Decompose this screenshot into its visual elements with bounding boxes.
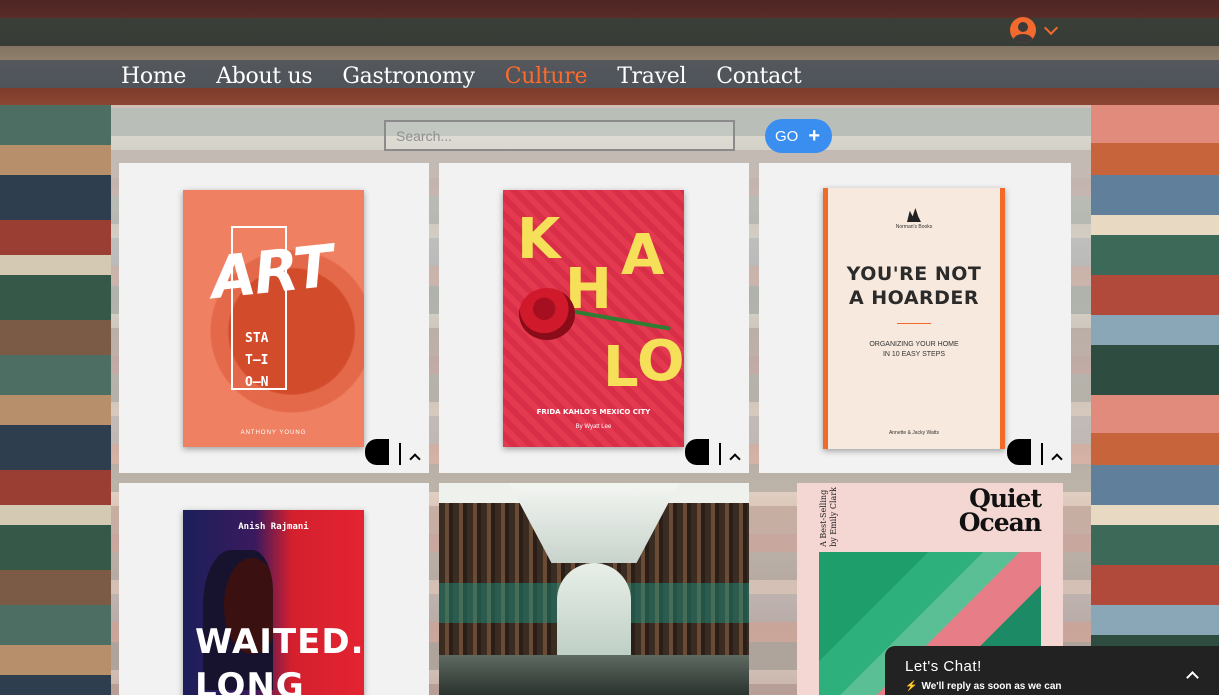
cover-subtitle: ORGANIZING YOUR HOME IN 10 EASY STEPS	[869, 341, 959, 358]
plus-icon: +	[808, 125, 821, 147]
nav-about-us[interactable]: About us	[216, 64, 313, 89]
cover-author: By Wyatt Lee	[575, 424, 612, 430]
chevron-up-icon[interactable]	[1186, 671, 1199, 684]
divider-icon	[399, 443, 401, 465]
cover-letter: L	[603, 335, 639, 400]
search-box	[384, 120, 735, 151]
cover-letter: A	[621, 223, 665, 288]
book-card-waited-long[interactable]: Anish Rajmani WAITED. LONG	[119, 483, 429, 695]
cover-title: WAITED.	[195, 622, 364, 662]
book-cover: ART STA T—I O—N ANTHONY YOUNG	[183, 190, 364, 447]
book-cover: K A H L O FRIDA KAHLO'S MEXICO CITY By W…	[503, 190, 684, 447]
nav-home[interactable]: Home	[121, 64, 186, 89]
expand-icon[interactable]	[1051, 453, 1063, 465]
cover-author: Annette & Jacky Watts	[888, 430, 940, 436]
expand-icon[interactable]	[409, 453, 421, 465]
background-right-books	[1091, 105, 1219, 695]
divider-icon	[1041, 443, 1043, 465]
card-controls	[1007, 439, 1063, 465]
background-left-books	[0, 105, 111, 695]
cover-title: ART	[207, 231, 335, 313]
cover-title: YOU'RE NOT A HOARDER	[846, 263, 982, 309]
go-button[interactable]: GO +	[765, 119, 832, 153]
shape-icon	[685, 439, 709, 465]
cover-letter: K	[517, 207, 561, 272]
cover-author: ANTHONY YOUNG	[240, 430, 307, 436]
cover-letter: O	[637, 329, 684, 394]
nav-culture[interactable]: Culture	[505, 64, 588, 89]
main-navigation: Home About us Gastronomy Culture Travel …	[121, 64, 802, 89]
cover-divider	[897, 323, 931, 324]
shape-icon	[1007, 439, 1031, 465]
cover-title: Quiet Ocean	[958, 484, 1042, 537]
cover-title-line2: LONG	[195, 666, 305, 695]
book-cover: Anish Rajmani WAITED. LONG	[183, 510, 364, 695]
chevron-down-icon	[1043, 20, 1059, 36]
lightning-icon: ⚡	[905, 681, 918, 692]
shape-icon	[365, 439, 389, 465]
expand-icon[interactable]	[729, 453, 741, 465]
book-card-hoarder[interactable]: Norman's Books YOU'RE NOT A HOARDER ORGA…	[759, 163, 1071, 473]
user-avatar-icon	[1010, 17, 1036, 43]
book-card-kahlo[interactable]: K A H L O FRIDA KAHLO'S MEXICO CITY By W…	[439, 163, 749, 473]
book-card-art-station[interactable]: ART STA T—I O—N ANTHONY YOUNG	[119, 163, 429, 473]
nav-gastronomy[interactable]: Gastronomy	[342, 64, 475, 89]
account-menu[interactable]	[1010, 16, 1066, 44]
library-floor	[439, 655, 749, 695]
divider-icon	[719, 443, 721, 465]
nav-contact[interactable]: Contact	[716, 64, 802, 89]
go-button-label: GO	[775, 127, 799, 145]
library-photo-card[interactable]	[439, 483, 749, 695]
cover-subtitle: FRIDA KAHLO'S MEXICO CITY	[536, 408, 651, 416]
chat-title: Let's Chat!	[905, 658, 982, 675]
cover-publisher: Norman's Books	[895, 224, 933, 230]
chat-subtitle: We'll reply as soon as we can	[921, 681, 1062, 692]
skylight	[509, 483, 679, 563]
rose-image	[519, 288, 575, 340]
chat-widget[interactable]: Let's Chat! ⚡ We'll reply as soon as we c…	[885, 646, 1219, 695]
search-input[interactable]	[386, 122, 733, 149]
nav-travel[interactable]: Travel	[617, 64, 686, 89]
card-controls	[365, 439, 421, 465]
card-controls	[685, 439, 741, 465]
cover-side-text: A Best-Selling by Emily Clark	[819, 487, 838, 547]
publisher-logo-icon	[907, 208, 921, 222]
chat-subtitle-row: ⚡ We'll reply as soon as we can	[905, 681, 1061, 692]
cover-subtitle: STA T—I O—N	[245, 331, 269, 390]
cover-author: Anish Rajmani	[238, 522, 309, 532]
book-cover: Norman's Books YOU'RE NOT A HOARDER ORGA…	[823, 188, 1005, 449]
library-interior-photo	[439, 483, 749, 695]
